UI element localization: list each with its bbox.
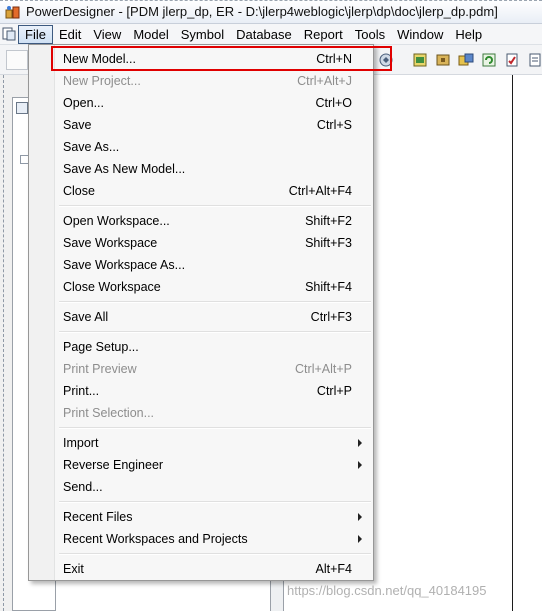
menu-item-label: Import <box>63 436 99 450</box>
menu-item-label: Print Preview <box>63 362 137 376</box>
menu-database[interactable]: Database <box>230 25 298 44</box>
menu-item-label: Close Workspace <box>63 280 161 294</box>
menu-item-label: Close <box>63 184 95 198</box>
menu-item-save-as-new-model[interactable]: Save As New Model... <box>31 158 371 180</box>
submenu-arrow-icon <box>358 513 362 521</box>
menu-bar: File Edit View Model Symbol Database Rep… <box>0 24 542 45</box>
menu-item-label: Reverse Engineer <box>63 458 164 472</box>
menu-item-save-all[interactable]: Save All Ctrl+F3 <box>31 306 371 328</box>
workspace-tree-icon[interactable] <box>16 102 28 114</box>
menu-item-shortcut: Ctrl+S <box>316 118 352 132</box>
menu-item-label: Save As New Model... <box>63 162 186 176</box>
toolbar-package-icon[interactable] <box>433 50 453 70</box>
menu-item-reverse-engineer[interactable]: Reverse Engineer <box>31 454 371 476</box>
highlight-annotation-box <box>51 46 392 71</box>
menu-item-print-selection[interactable]: Print Selection... <box>31 402 371 424</box>
menu-tools[interactable]: Tools <box>349 25 391 44</box>
toolbar-check-icon[interactable] <box>502 50 522 70</box>
powerdesigner-app-icon[interactable] <box>4 3 22 21</box>
title-bar: PowerDesigner - [PDM jlerp_dp, ER - D:\j… <box>0 0 542 24</box>
menu-report[interactable]: Report <box>298 25 349 44</box>
output-splitter[interactable] <box>270 580 284 611</box>
menu-item-shortcut: Ctrl+F3 <box>310 310 352 324</box>
menu-item-shortcut: Ctrl+Alt+J <box>297 74 352 88</box>
menu-item-label: Open... <box>63 96 104 110</box>
menu-item-import[interactable]: Import <box>31 432 371 454</box>
menu-item-exit[interactable]: Exit Alt+F4 <box>31 558 371 580</box>
menu-doc-icon[interactable] <box>0 24 18 45</box>
menu-item-shortcut: Shift+F3 <box>305 236 352 250</box>
menu-window[interactable]: Window <box>391 25 449 44</box>
menu-item-open[interactable]: Open... Ctrl+O <box>31 92 371 114</box>
menu-separator <box>59 501 371 503</box>
title-dots <box>0 0 542 2</box>
menu-item-shortcut: Ctrl+P <box>316 384 352 398</box>
menu-item-label: Print... <box>63 384 100 398</box>
menu-item-label: Recent Files <box>63 510 133 524</box>
menu-item-label: Open Workspace... <box>63 214 170 228</box>
toolbar-folder-icon[interactable] <box>410 50 430 70</box>
watermark: https://blog.csdn.net/qq_40184195 <box>287 583 487 598</box>
canvas-divider <box>512 75 513 611</box>
menu-item-shortcut: Ctrl+Alt+P <box>295 362 352 376</box>
menu-item-save-workspace-as[interactable]: Save Workspace As... <box>31 254 371 276</box>
menu-view[interactable]: View <box>87 25 127 44</box>
menu-item-recent-workspaces[interactable]: Recent Workspaces and Projects <box>31 528 371 550</box>
menu-model[interactable]: Model <box>127 25 174 44</box>
menu-item-print[interactable]: Print... Ctrl+P <box>31 380 371 402</box>
panel-dots <box>3 75 4 611</box>
menu-item-label: Exit <box>63 562 84 576</box>
menu-item-close[interactable]: Close Ctrl+Alt+F4 <box>31 180 371 202</box>
menu-item-shortcut: Alt+F4 <box>315 562 352 576</box>
menu-file[interactable]: File <box>18 24 53 44</box>
toolbar-refresh-icon[interactable] <box>479 50 499 70</box>
menu-item-label: Save All <box>63 310 109 324</box>
menu-item-page-setup[interactable]: Page Setup... <box>31 336 371 358</box>
menu-separator <box>59 301 371 303</box>
menu-item-print-preview[interactable]: Print Preview Ctrl+Alt+P <box>31 358 371 380</box>
submenu-arrow-icon <box>358 461 362 469</box>
menu-item-open-workspace[interactable]: Open Workspace... Shift+F2 <box>31 210 371 232</box>
toolbar-new-button[interactable] <box>6 50 28 70</box>
menu-item-label: Page Setup... <box>63 340 139 354</box>
menu-item-label: Save As... <box>63 140 120 154</box>
menu-item-label: Save <box>63 118 92 132</box>
menu-item-label: New Project... <box>63 74 141 88</box>
window-title: PowerDesigner - [PDM jlerp_dp, ER - D:\j… <box>26 4 498 19</box>
toolbar-doc-icon[interactable] <box>525 50 542 70</box>
file-menu-dropdown: New Model... Ctrl+N New Project... Ctrl+… <box>28 44 392 581</box>
menu-separator <box>59 205 371 207</box>
menu-item-shortcut: Ctrl+O <box>315 96 352 110</box>
menu-item-close-workspace[interactable]: Close Workspace Shift+F4 <box>31 276 371 298</box>
menu-item-label: Save Workspace As... <box>63 258 186 272</box>
menu-item-shortcut: Ctrl+Alt+F4 <box>288 184 352 198</box>
submenu-arrow-icon <box>358 535 362 543</box>
menu-item-shortcut: Shift+F4 <box>305 280 352 294</box>
menu-symbol[interactable]: Symbol <box>175 25 230 44</box>
menu-item-label: Recent Workspaces and Projects <box>63 532 248 546</box>
diagram-canvas[interactable] <box>374 75 542 611</box>
menu-item-label: Print Selection... <box>63 406 155 420</box>
menu-help[interactable]: Help <box>449 25 488 44</box>
toolbar-bundle-icon[interactable] <box>456 50 476 70</box>
menu-separator <box>59 553 371 555</box>
menu-item-send[interactable]: Send... <box>31 476 371 498</box>
menu-item-label: Save Workspace <box>63 236 158 250</box>
menu-item-new-project[interactable]: New Project... Ctrl+Alt+J <box>31 70 371 92</box>
menu-separator <box>59 427 371 429</box>
menu-item-label: Send... <box>63 480 103 494</box>
menu-item-recent-files[interactable]: Recent Files <box>31 506 371 528</box>
submenu-arrow-icon <box>358 439 362 447</box>
menu-edit[interactable]: Edit <box>53 25 87 44</box>
menu-separator <box>59 331 371 333</box>
menu-item-save-as[interactable]: Save As... <box>31 136 371 158</box>
menu-item-save-workspace[interactable]: Save Workspace Shift+F3 <box>31 232 371 254</box>
menu-item-shortcut: Shift+F2 <box>305 214 352 228</box>
menu-item-save[interactable]: Save Ctrl+S <box>31 114 371 136</box>
